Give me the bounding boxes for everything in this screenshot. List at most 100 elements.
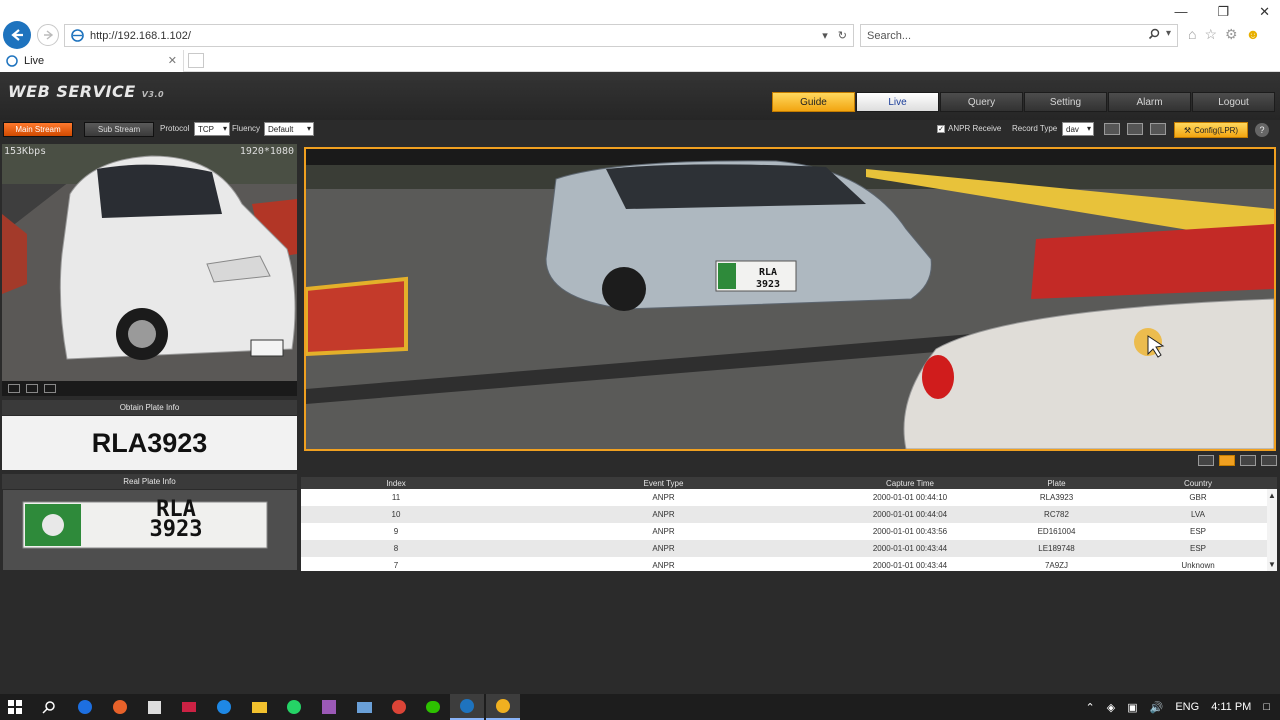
nav-alarm[interactable]: Alarm: [1108, 92, 1191, 112]
gear-icon[interactable]: ⚙: [1225, 26, 1238, 43]
language-indicator[interactable]: ENG: [1175, 701, 1199, 713]
address-bar[interactable]: http://192.168.1.102/ ▾ ↻: [64, 24, 854, 47]
main-video-view[interactable]: RLA 3923: [304, 147, 1276, 451]
fullscreen-icon[interactable]: [44, 384, 56, 393]
logo-text: WEB SERVICE: [8, 82, 136, 101]
video-camera-icon[interactable]: [1150, 123, 1166, 135]
folder-icon[interactable]: [250, 698, 268, 716]
volume-icon[interactable]: 🔊: [1150, 701, 1164, 714]
table-scrollbar[interactable]: ▲ ▼: [1267, 489, 1277, 571]
cell-capture-time: 2000-01-01 00:43:56: [872, 527, 948, 536]
snapshot-icon[interactable]: [1104, 123, 1120, 135]
help-icon[interactable]: ?: [1255, 123, 1269, 137]
network-icon[interactable]: ◈: [1107, 701, 1115, 714]
header-plate: Plate: [1047, 478, 1066, 488]
back-button[interactable]: [3, 21, 31, 49]
refresh-icon[interactable]: ↻: [838, 29, 847, 42]
config-lpr-button[interactable]: ⚒ Config(LPR): [1174, 122, 1248, 138]
display-icon[interactable]: ▣: [1127, 701, 1137, 714]
thumbnail-view[interactable]: 153Kbps 1920*1080: [2, 144, 297, 381]
cell-index: 8: [393, 544, 399, 553]
app-icon[interactable]: [320, 698, 338, 716]
forward-button[interactable]: [37, 24, 59, 46]
nav-setting[interactable]: Setting: [1024, 92, 1107, 112]
cell-plate: 7A9ZJ: [1044, 561, 1069, 570]
browser-chrome: — ❐ ✕ http://192.168.1.102/ ▾ ↻ Search..…: [0, 0, 1280, 72]
real-plate-title: Real Plate Info: [2, 474, 297, 489]
checkbox-box: ✓: [937, 124, 945, 133]
thumbnail-scene: [2, 144, 297, 381]
obtain-plate-title: Obtain Plate Info: [2, 400, 297, 415]
chevron-down-icon[interactable]: ▾: [822, 29, 828, 42]
main-nav: Guide Live Query Setting Alarm Logout: [772, 92, 1276, 112]
split-view-icon[interactable]: [1240, 455, 1256, 466]
cell-capture-time: 2000-01-01 00:43:44: [872, 561, 948, 570]
app-logo: WEB SERVICE V3.0: [8, 82, 164, 101]
anpr-event-table: Index Event Type Capture Time Plate Coun…: [301, 477, 1277, 571]
restore-icon[interactable]: ❐: [1217, 4, 1229, 20]
app-icon[interactable]: [76, 698, 94, 716]
internet-explorer-icon[interactable]: [450, 694, 484, 720]
cell-index: 9: [393, 527, 399, 536]
clock[interactable]: 4:11 PM: [1211, 701, 1251, 713]
table-row[interactable]: 8 ANPR 2000-01-01 00:43:44 LE189748 ESP: [301, 540, 1277, 557]
cell-plate: ED161004: [1037, 527, 1076, 536]
chrome-icon[interactable]: [390, 698, 408, 716]
tab-live[interactable]: Live ✕: [0, 50, 184, 72]
table-row[interactable]: 11 ANPR 2000-01-01 00:44:10 RLA3923 GBR: [301, 489, 1277, 506]
protocol-select[interactable]: TCP ▾: [194, 122, 230, 136]
new-tab-button[interactable]: [188, 53, 204, 68]
video-plate-line2: 3923: [756, 279, 780, 290]
home-icon[interactable]: ⌂: [1188, 26, 1196, 43]
header-country: Country: [1183, 478, 1212, 488]
wechat-icon[interactable]: [424, 698, 442, 716]
firefox-icon[interactable]: [111, 698, 129, 716]
smiley-icon[interactable]: ☻: [1246, 26, 1261, 43]
main-stream-button[interactable]: Main Stream: [3, 122, 73, 137]
table-row[interactable]: 7 ANPR 2000-01-01 00:43:44 7A9ZJ Unknown: [301, 557, 1277, 574]
windows-start-icon[interactable]: [6, 698, 24, 716]
windows-taskbar: ⌃ ◈ ▣ 🔊 ENG 4:11 PM □: [0, 694, 1280, 720]
record-type-select[interactable]: dav ▾: [1062, 122, 1094, 136]
close-icon[interactable]: ✕: [1259, 4, 1270, 20]
cell-event-type: ANPR: [652, 527, 675, 536]
search-icon[interactable]: [1148, 28, 1160, 40]
whatsapp-icon[interactable]: [285, 698, 303, 716]
cell-event-type: ANPR: [652, 510, 675, 519]
nav-logout[interactable]: Logout: [1192, 92, 1275, 112]
real-plate-text: RLA 3923: [91, 499, 261, 541]
sub-stream-button[interactable]: Sub Stream: [84, 122, 154, 137]
table-row[interactable]: 9 ANPR 2000-01-01 00:43:56 ED161004 ESP: [301, 523, 1277, 540]
chevron-up-icon[interactable]: ⌃: [1086, 701, 1095, 714]
nav-live[interactable]: Live: [856, 92, 939, 112]
close-tab-icon[interactable]: ✕: [168, 54, 177, 67]
minimize-icon[interactable]: —: [1174, 4, 1187, 20]
scroll-down-icon[interactable]: ▼: [1268, 560, 1276, 569]
chevron-down-icon: ▾: [1086, 124, 1091, 133]
record-icon[interactable]: [1127, 123, 1143, 135]
nav-query[interactable]: Query: [940, 92, 1023, 112]
nav-guide[interactable]: Guide: [772, 92, 855, 112]
record-icon[interactable]: [26, 384, 38, 393]
snapshot-icon[interactable]: [8, 384, 20, 393]
cell-capture-time: 2000-01-01 00:44:10: [872, 493, 948, 502]
fluency-select[interactable]: Default ▾: [264, 122, 314, 136]
fullscreen-icon[interactable]: [1261, 455, 1277, 466]
scroll-up-icon[interactable]: ▲: [1268, 491, 1276, 500]
search-box[interactable]: Search... ▾: [860, 24, 1178, 47]
record-icon[interactable]: [1219, 455, 1235, 466]
chevron-down-icon[interactable]: ▾: [1166, 28, 1171, 40]
anpr-receive-checkbox[interactable]: ✓ ANPR Receive: [937, 124, 1001, 133]
search-icon[interactable]: [40, 698, 58, 716]
app-icon[interactable]: [486, 694, 520, 720]
app-icon[interactable]: [180, 698, 198, 716]
store-icon[interactable]: [145, 698, 163, 716]
app-icon[interactable]: [355, 698, 373, 716]
edge-icon[interactable]: [215, 698, 233, 716]
table-row[interactable]: 10 ANPR 2000-01-01 00:44:04 RC782 LVA: [301, 506, 1277, 523]
star-icon[interactable]: ☆: [1204, 26, 1217, 43]
real-plate-image: RLA 3923: [3, 490, 297, 570]
snapshot-icon[interactable]: [1198, 455, 1214, 466]
notification-icon[interactable]: □: [1263, 701, 1270, 713]
chevron-down-icon: ▾: [306, 124, 311, 133]
